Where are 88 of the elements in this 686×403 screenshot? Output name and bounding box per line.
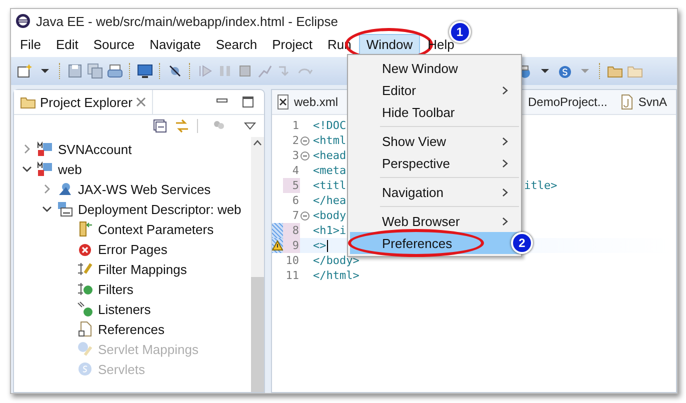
line-number: 2 (291, 133, 300, 148)
line-number: 3 (291, 148, 300, 163)
collapse-all-icon[interactable] (153, 119, 167, 133)
menu-item[interactable]: Hide Toolbar (350, 101, 519, 123)
scrollbar-thumb[interactable] (251, 277, 264, 392)
terminate-icon[interactable] (237, 63, 253, 79)
tree-item-label[interactable]: Listeners (98, 302, 151, 316)
tree-item-label[interactable]: Filters (98, 282, 134, 296)
line-number: 8 (283, 223, 300, 238)
code-text: </body> (312, 254, 360, 267)
text-cursor (327, 240, 328, 252)
project-icon (37, 161, 53, 177)
tree-item-label[interactable]: SVNAccount (58, 142, 132, 156)
tree-item-label[interactable]: Error Pages (98, 242, 168, 256)
tree-item-label[interactable]: Filter Mappings (98, 262, 187, 276)
code-text: <meta (312, 164, 346, 177)
java-icon (619, 94, 636, 110)
menu-item[interactable]: Edit (48, 34, 86, 54)
reference-icon (77, 321, 93, 337)
menu-item[interactable]: Navigation (350, 181, 519, 203)
error-icon (77, 241, 93, 257)
line-number: 9 (283, 238, 300, 253)
code-text: <head (312, 149, 346, 162)
servlet-mapping-icon (77, 341, 93, 357)
params-icon (77, 221, 93, 237)
save-all-icon[interactable] (87, 63, 103, 79)
line-number: 11 (284, 268, 300, 283)
tree-item-label[interactable]: web (58, 162, 82, 176)
menu-item[interactable]: Web Browser (350, 210, 519, 232)
eclipse-logo-icon (15, 13, 31, 29)
menu-item[interactable]: Editor (350, 79, 519, 101)
listener-icon (77, 301, 93, 317)
filter-mapping-icon (77, 261, 93, 277)
menu-item[interactable]: Navigate (142, 34, 208, 54)
menu-item[interactable]: Source (86, 34, 142, 54)
menu-item[interactable]: New Window (350, 57, 519, 79)
line-number: 7 (291, 208, 300, 223)
project-icon (37, 141, 53, 157)
menu-item[interactable]: Search (208, 34, 264, 54)
step-badge: 1 (448, 20, 471, 42)
project-explorer-tab[interactable]: Project Explorer (14, 90, 154, 114)
code-text: </html> (312, 269, 360, 282)
menu-item[interactable]: Perspective (350, 152, 519, 174)
new-s-icon[interactable] (557, 63, 573, 79)
save-icon[interactable] (67, 63, 83, 79)
code-text: <html (312, 134, 346, 147)
menu-item[interactable]: Show View (350, 130, 519, 152)
skip-breakpoints-icon[interactable] (167, 63, 183, 79)
tree-item-label[interactable]: Deployment Descriptor: web (78, 202, 242, 216)
panel-title: Project Explorer (40, 94, 132, 110)
close-icon[interactable] (136, 97, 146, 107)
scrollbar[interactable] (251, 137, 264, 392)
fold-icon[interactable] (300, 150, 310, 160)
monitor-icon[interactable] (137, 63, 153, 79)
code-text: <h1>i (312, 224, 346, 237)
line-number: 1 (291, 118, 300, 133)
code-text: <> (312, 239, 326, 252)
filter-icon (77, 281, 93, 297)
new-icon[interactable] (17, 63, 33, 79)
line-number: 5 (283, 178, 300, 193)
code-text: itle> (524, 179, 558, 192)
view-menu-icon[interactable] (244, 120, 256, 132)
fold-icon[interactable] (300, 136, 310, 146)
menu-item[interactable]: Project (265, 34, 320, 54)
maximize-icon[interactable] (242, 96, 254, 108)
editor-tab[interactable]: web.xml (272, 90, 342, 114)
editor-tab[interactable]: SvnA (616, 90, 670, 114)
fold-icon[interactable] (300, 210, 310, 220)
code-text: <body (312, 209, 346, 222)
code-text: </hea (312, 194, 346, 207)
servlet-icon (77, 361, 93, 377)
tree-item-label[interactable]: References (98, 322, 164, 336)
menu-item[interactable]: File (13, 34, 48, 54)
line-number: 6 (291, 193, 300, 208)
line-number: 10 (284, 253, 300, 268)
link-arrows-icon[interactable] (175, 119, 189, 133)
print-icon[interactable] (107, 63, 123, 79)
editor-tab[interactable]: DemoProject... (525, 90, 610, 114)
menu-item[interactable]: Window (359, 34, 420, 54)
tree-item-label[interactable]: Context Parameters (98, 222, 214, 236)
xml-icon (275, 94, 291, 110)
window-title: Java EE - web/src/main/webapp/index.html - Eclipse (36, 14, 338, 28)
services-icon (57, 181, 73, 197)
descriptor-icon (57, 201, 73, 217)
line-number: 4 (291, 163, 300, 178)
code-text: <!DOC (312, 119, 346, 132)
code-text: <titl (312, 179, 346, 192)
tree-item-label[interactable]: JAX-WS Web Services (78, 182, 211, 196)
